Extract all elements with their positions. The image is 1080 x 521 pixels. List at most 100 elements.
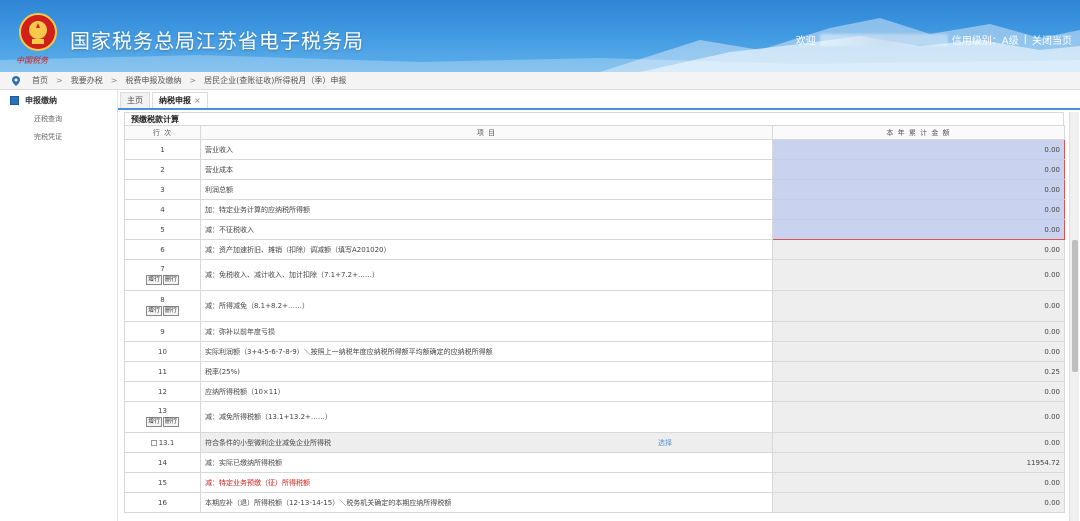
amount-input[interactable]: 0.00 (772, 179, 1065, 200)
site-title: 国家税务总局江苏省电子税务局 (70, 29, 364, 53)
blurred-username (819, 33, 948, 46)
breadcrumb-declare-pay[interactable]: 税费申报及缴纳 (125, 75, 181, 86)
table-row: 7 增行 删行 减：免税收入、减计收入、加计扣除（7.1+7.2+……） 0.00 (124, 259, 1065, 291)
delete-row-button[interactable]: 删行 (163, 306, 180, 316)
row-item: 减：资产加速折旧、摊销（扣除）调减额（填写A201020） (200, 239, 773, 260)
delete-row-button[interactable]: 删行 (163, 417, 180, 427)
credit-level: 信用级别：A级 (951, 36, 1019, 47)
table-row: 2 营业成本 0.00 (124, 159, 1065, 180)
breadcrumb-separator: > (110, 76, 118, 85)
table-row: 4 加：特定业务计算的应纳税所得额 0.00 (124, 199, 1065, 220)
user-bar: 欢迎 信用级别：A级 | 关闭当页 (796, 32, 1072, 47)
tax-calculation-table: 行 次 项 目 本 年 累 计 金 额 1 营业收入 0.00 2 营业成本 0… (124, 125, 1065, 513)
amount-value: 0.00 (772, 472, 1065, 493)
table-row: 1 营业收入 0.00 (124, 139, 1065, 160)
amount-input[interactable]: 0.00 (772, 199, 1065, 220)
table-row: 14 减：实际已缴纳所得税额 11954.72 (124, 452, 1065, 473)
row-item: 减：所得减免（8.1+8.2+……） (200, 290, 773, 322)
row-number: 1 (124, 139, 201, 160)
close-icon[interactable]: × (194, 96, 201, 105)
amount-value: 0.00 (772, 341, 1065, 362)
location-pin-icon (12, 75, 20, 86)
tab-home[interactable]: 主页 (120, 92, 150, 108)
row-item: 营业成本 (200, 159, 773, 180)
row-item: 符合条件的小型微利企业减免企业所得税 (205, 438, 331, 447)
row-number-cell: 7 增行 删行 (124, 259, 201, 291)
add-row-button[interactable]: 增行 (145, 417, 162, 427)
tab-tax-declare[interactable]: 纳税申报 × (152, 92, 208, 108)
amount-value: 0.00 (772, 290, 1065, 322)
amount-input[interactable]: 0.00 (772, 159, 1065, 180)
scrollbar-thumb[interactable] (1072, 240, 1078, 372)
row-number: 10 (124, 341, 201, 362)
welcome-text: 欢迎 (795, 36, 816, 47)
row-item: 营业收入 (200, 139, 773, 160)
breadcrumb-home[interactable]: 首页 (32, 75, 48, 86)
breadcrumb-separator: > (56, 76, 63, 85)
row-item: 减：免税收入、减计收入、加计扣除（7.1+7.2+……） (200, 259, 773, 291)
amount-input[interactable]: 0.00 (772, 219, 1065, 240)
row-number: 13.1 (158, 438, 175, 447)
sidebar-section-title: 申报缴纳 (25, 95, 57, 105)
table-row: 12 应纳所得税额（10×11） 0.00 (124, 381, 1065, 402)
amount-input[interactable]: 0.00 (772, 139, 1065, 160)
row-number: 6 (124, 239, 201, 260)
amount-value: 0.25 (772, 361, 1065, 382)
row-number: 9 (124, 321, 201, 342)
row-number-cell: 13.1 (124, 432, 201, 453)
amount-value: 0.00 (772, 321, 1065, 342)
table-row: 9 减：弥补以前年度亏损 0.00 (124, 321, 1065, 342)
column-header-row-no: 行 次 (124, 125, 201, 140)
row-item: 加：特定业务计算的应纳税所得额 (200, 199, 773, 220)
table-row: 6 减：资产加速折旧、摊销（扣除）调减额（填写A201020） 0.00 (124, 239, 1065, 260)
delete-row-button[interactable]: 删行 (163, 275, 180, 285)
sidebar-item-tax-certificate[interactable]: 完税凭证 (0, 128, 117, 146)
close-page-link[interactable]: 关闭当页 (1032, 32, 1072, 47)
vertical-scrollbar[interactable] (1069, 112, 1079, 521)
row-item-cell: 符合条件的小型微利企业减免企业所得税 选择 (200, 432, 773, 453)
column-header-amount: 本 年 累 计 金 额 (772, 125, 1065, 140)
amount-value: 0.00 (772, 239, 1065, 260)
tab-bar: 主页 纳税申报 × (118, 92, 1080, 110)
add-row-button[interactable]: 增行 (145, 275, 162, 285)
row-checkbox[interactable] (150, 439, 157, 446)
row-item: 应纳所得税额（10×11） (200, 381, 773, 402)
row-number: 8 (160, 296, 165, 304)
table-row: 10 实际利润额（3+4-5-6-7-8-9）＼按照上一纳税年度应纳税所得额平均… (124, 341, 1065, 362)
breadcrumb-current: 居民企业(查账征收)所得税月（季）申报 (204, 76, 347, 85)
row-number: 4 (124, 199, 201, 220)
sidebar-section-declare[interactable]: 申报缴纳 (0, 90, 117, 110)
prepaid-tax-form: 预缴税款计算 行 次 项 目 本 年 累 计 金 额 1 营业收入 0.00 2… (124, 112, 1065, 521)
row-item: 减：不征税收入 (200, 219, 773, 240)
breadcrumb-tax-services[interactable]: 我要办税 (71, 75, 103, 86)
row-item: 税率(25%) (200, 361, 773, 382)
amount-value: 0.00 (772, 259, 1065, 291)
row-number: 5 (124, 219, 201, 240)
form-section-title: 预缴税款计算 (124, 112, 1064, 125)
row-number: 11 (124, 361, 201, 382)
column-header-item: 项 目 (200, 125, 773, 140)
table-row: 5 减：不征税收入 0.00 (124, 219, 1065, 240)
add-row-button[interactable]: 增行 (145, 306, 162, 316)
row-number: 3 (124, 179, 201, 200)
tax-emblem-icon (19, 13, 57, 51)
select-link[interactable]: 选择 (658, 438, 672, 448)
table-row: 8 增行 删行 减：所得减免（8.1+8.2+……） 0.00 (124, 290, 1065, 322)
row-number: 2 (124, 159, 201, 180)
amount-value: 0.00 (772, 381, 1065, 402)
brand-mark: 中国税务 (16, 56, 48, 65)
sidebar: 申报缴纳 还税查询 完税凭证 (0, 90, 118, 521)
row-number-cell: 13 增行 删行 (124, 401, 201, 433)
row-number: 15 (124, 472, 201, 493)
table-row: 13 增行 删行 减：减免所得税额（13.1+13.2+……） 0.00 (124, 401, 1065, 433)
section-square-icon (10, 95, 19, 105)
row-item: 减：弥补以前年度亏损 (200, 321, 773, 342)
site-header: 中国税务 国家税务总局江苏省电子税务局 欢迎 信用级别：A级 | 关闭当页 (0, 0, 1080, 72)
breadcrumb: 首页 > 我要办税 > 税费申报及缴纳 > 居民企业(查账征收)所得税月（季）申… (0, 72, 1080, 90)
sidebar-item-tax-query[interactable]: 还税查询 (0, 110, 117, 128)
row-number: 13 (158, 407, 167, 415)
row-item: 减：特定业务预缴（征）所得税额 (200, 472, 773, 493)
tab-label: 主页 (127, 96, 143, 105)
table-row: 3 利润总额 0.00 (124, 179, 1065, 200)
separator: | (1023, 34, 1027, 45)
